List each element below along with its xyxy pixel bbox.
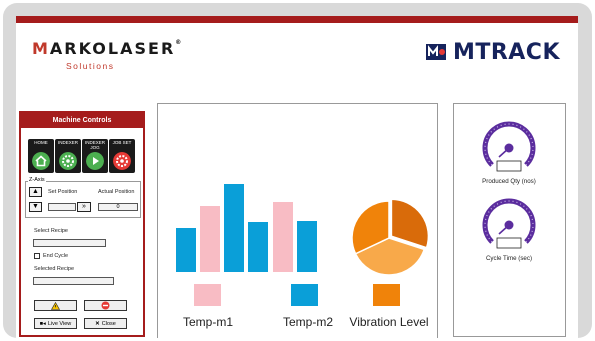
set-position-go-button[interactable]: » bbox=[77, 202, 91, 212]
machine-controls-title: Machine Controls bbox=[21, 113, 143, 128]
legend-label-1: Temp-m1 bbox=[183, 315, 233, 329]
gear-icon bbox=[59, 152, 77, 170]
job-set-button[interactable]: JOB SET bbox=[109, 139, 135, 173]
chevron-down-icon: ▼ bbox=[32, 203, 39, 210]
warning-button[interactable] bbox=[34, 300, 77, 311]
legend-swatch-3 bbox=[373, 284, 400, 306]
gauge-1: Produced Qty (nos) bbox=[482, 121, 536, 185]
end-cycle-label: End Cycle bbox=[43, 253, 69, 259]
selected-recipe-field bbox=[33, 277, 114, 285]
select-recipe-field[interactable] bbox=[33, 239, 106, 247]
bar-2 bbox=[200, 206, 220, 272]
gauges: Produced Qty (nos) Cycle Time (sec) bbox=[482, 121, 536, 262]
sensor-chart: Temp-m1 Temp-m2 Vibration Level bbox=[176, 184, 430, 329]
set-position-input[interactable] bbox=[48, 203, 76, 211]
bar-4 bbox=[248, 222, 268, 272]
gauge-value-box bbox=[496, 160, 522, 172]
legend-label-3: Vibration Level bbox=[349, 315, 428, 329]
video-camera-icon: ■◂ bbox=[39, 320, 46, 327]
actual-position-label: Actual Position bbox=[98, 189, 135, 195]
actual-position-value: 0 bbox=[98, 203, 138, 211]
stop-button[interactable] bbox=[84, 300, 127, 311]
end-cycle-checkbox[interactable] bbox=[34, 253, 40, 259]
z-axis-group: Z-Axis ▲ ▼ Set Position Actual Position … bbox=[25, 177, 141, 218]
z-down-button[interactable]: ▼ bbox=[29, 202, 42, 212]
mtrack-logo: MTRACK bbox=[425, 37, 560, 67]
stop-icon bbox=[101, 301, 110, 310]
close-label: Close bbox=[101, 320, 116, 327]
legend-swatch-2 bbox=[291, 284, 318, 306]
legend-label-2: Temp-m2 bbox=[283, 315, 333, 329]
close-button[interactable]: ✕ Close bbox=[84, 318, 127, 329]
home-button-label: HOME bbox=[34, 140, 48, 145]
markolaser-logo: MARKOLASER® Solutions bbox=[32, 35, 181, 75]
bar-5 bbox=[273, 202, 293, 272]
double-chevron-right-icon: » bbox=[82, 203, 86, 210]
bar-3 bbox=[224, 184, 244, 272]
indexer-button-label: INDEXER bbox=[57, 140, 78, 145]
app-panel: MARKOLASER® Solutions MTRACK Machine Con… bbox=[16, 16, 578, 338]
sensor-chart-panel: Temp-m1 Temp-m2 Vibration Level bbox=[157, 103, 438, 338]
logo-subtitle: Solutions bbox=[66, 61, 115, 71]
play-icon bbox=[86, 152, 104, 170]
live-view-button[interactable]: ■◂ Live View bbox=[34, 318, 77, 329]
bar-6 bbox=[297, 221, 317, 272]
gauge-hub bbox=[504, 220, 514, 230]
settings-icon bbox=[113, 152, 131, 170]
gear-badge-icon bbox=[425, 44, 446, 60]
gauge-hub bbox=[504, 143, 514, 153]
selected-recipe-label: Selected Recipe bbox=[34, 266, 75, 272]
live-view-label: Live View bbox=[47, 320, 72, 327]
mtrack-text: MTRACK bbox=[452, 39, 560, 65]
gauge-value-box bbox=[496, 237, 522, 249]
job-set-button-label: JOB SET bbox=[112, 140, 132, 145]
indexer-jog-button-label: INDEXER JOG bbox=[84, 140, 105, 150]
logo-name: ARKOLASER bbox=[49, 39, 176, 58]
gauge-label: Produced Qty (nos) bbox=[482, 178, 536, 185]
bar-1 bbox=[176, 228, 196, 272]
indexer-button[interactable]: INDEXER bbox=[55, 139, 81, 173]
select-recipe-label: Select Recipe bbox=[34, 228, 68, 234]
logo-registered: ® bbox=[175, 39, 184, 46]
gauges-panel: Produced Qty (nos) Cycle Time (sec) bbox=[453, 103, 566, 337]
warning-icon bbox=[51, 301, 60, 310]
chevron-up-icon: ▲ bbox=[32, 188, 39, 195]
home-icon bbox=[32, 152, 50, 170]
home-button[interactable]: HOME bbox=[28, 139, 54, 173]
close-icon: ✕ bbox=[95, 320, 100, 327]
machine-controls-panel: Machine Controls HOME INDEXER INDEXER JO… bbox=[19, 111, 145, 337]
legend-swatch-1 bbox=[194, 284, 221, 306]
indexer-jog-button[interactable]: INDEXER JOG bbox=[82, 139, 108, 173]
set-position-label: Set Position bbox=[48, 189, 78, 195]
z-up-button[interactable]: ▲ bbox=[29, 187, 42, 197]
z-axis-label: Z-Axis bbox=[28, 177, 46, 183]
logo-text: MARKOLASER® bbox=[32, 39, 184, 58]
gauge-label: Cycle Time (sec) bbox=[486, 255, 532, 262]
gauge-2: Cycle Time (sec) bbox=[482, 198, 536, 262]
